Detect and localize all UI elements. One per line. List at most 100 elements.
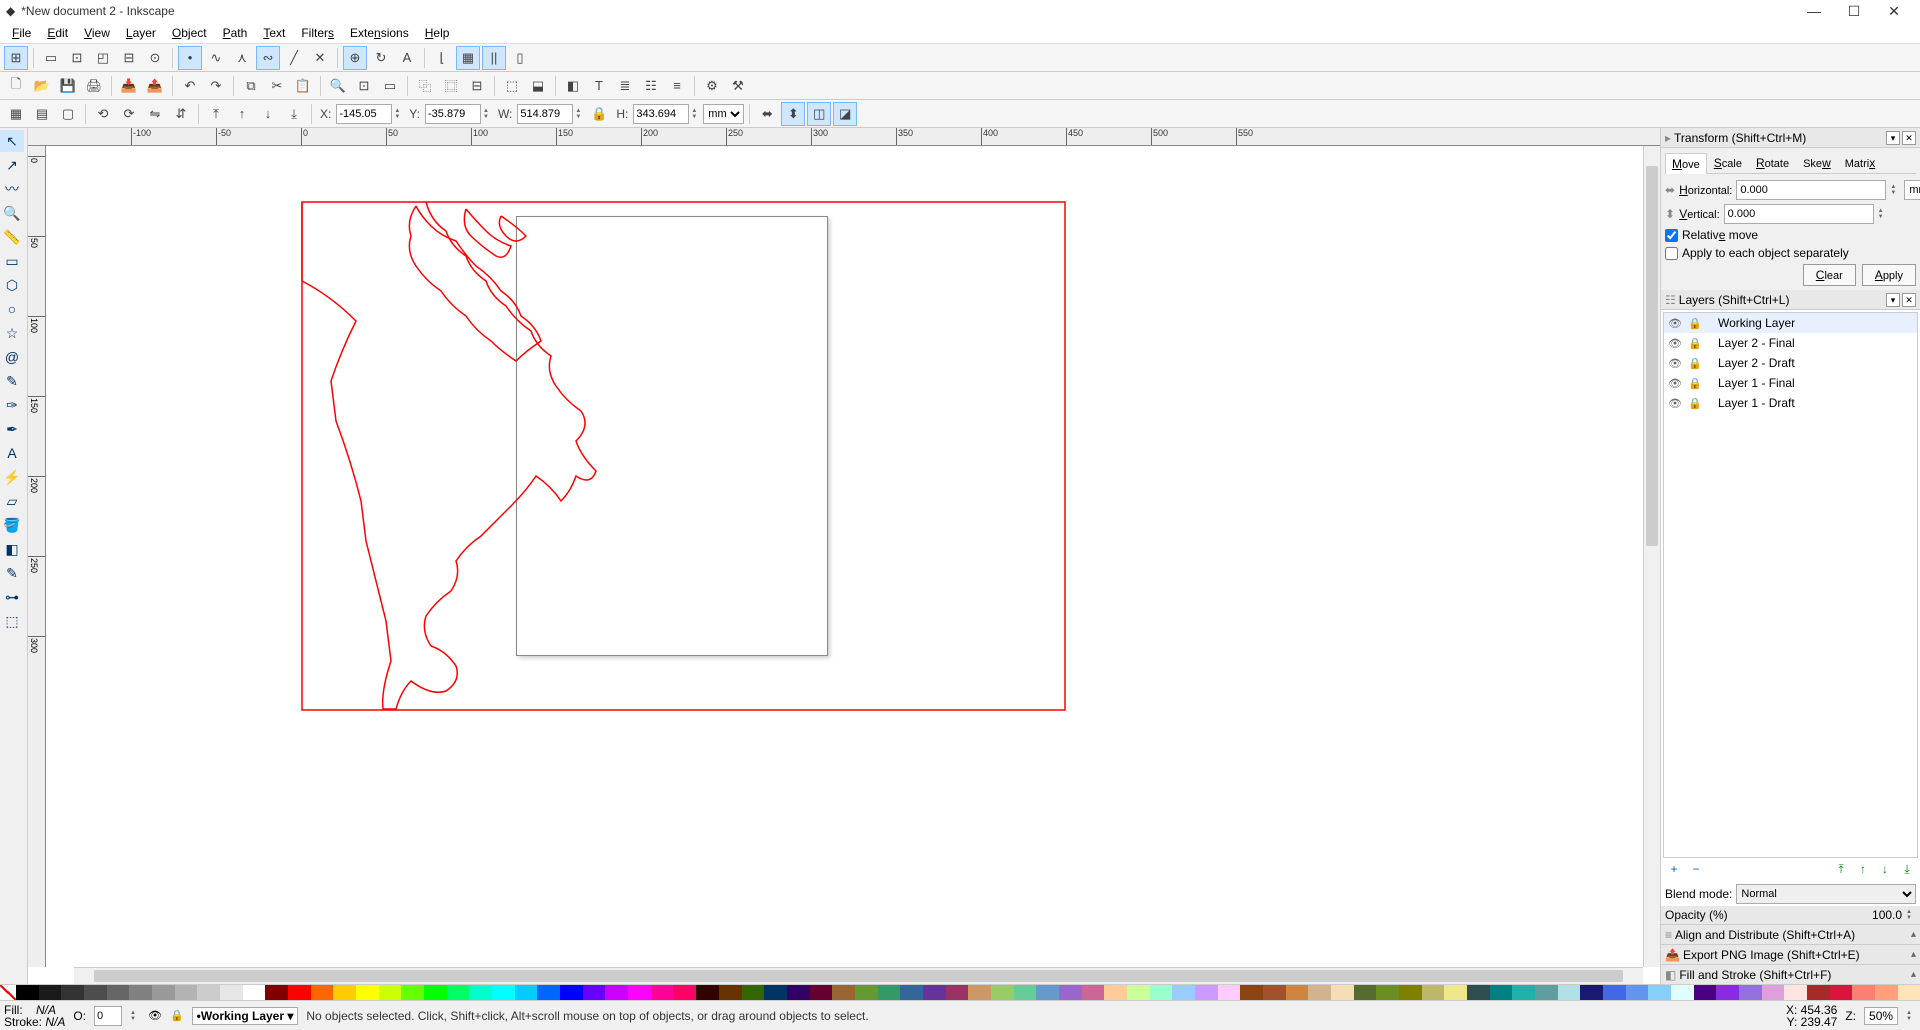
color-swatch[interactable] (651, 985, 674, 1000)
unit-select[interactable]: mm (703, 104, 744, 124)
color-swatch[interactable] (243, 985, 266, 1000)
apply-button[interactable]: Apply (1862, 264, 1916, 286)
export-button[interactable]: 📤 (143, 74, 167, 98)
layer-visibility-toggle[interactable]: 👁 (1668, 357, 1682, 370)
color-swatch[interactable] (1104, 985, 1127, 1000)
calligraphy-tool[interactable]: ✒ (0, 418, 24, 440)
layer-lock-toggle[interactable]: 🔒 (1688, 317, 1702, 330)
fill-stroke-dialog-button[interactable]: ◧ (561, 74, 585, 98)
color-swatch[interactable] (447, 985, 470, 1000)
layer-visible-icon[interactable]: 👁 (148, 1009, 162, 1022)
color-swatch[interactable] (1830, 985, 1853, 1000)
open-file-button[interactable]: 📂 (30, 74, 54, 98)
color-swatch[interactable] (84, 985, 107, 1000)
opacity-spinner[interactable]: ▲▼ (1906, 909, 1912, 921)
color-swatch[interactable] (1603, 985, 1626, 1000)
fill-tool[interactable]: 🪣 (0, 514, 24, 536)
horizontal-input[interactable] (1736, 180, 1886, 200)
layer-visibility-toggle[interactable]: 👁 (1668, 397, 1682, 410)
color-swatch[interactable] (107, 985, 130, 1000)
menu-view[interactable]: View (76, 24, 118, 42)
close-button[interactable]: ✕ (1874, 3, 1914, 20)
color-swatch[interactable] (605, 985, 628, 1000)
cut-button[interactable]: ✂ (265, 74, 289, 98)
layers-close-button[interactable]: ✕ (1902, 293, 1916, 307)
layer-item[interactable]: 👁🔒Layer 1 - Draft (1664, 393, 1917, 413)
color-swatch[interactable] (1852, 985, 1875, 1000)
zoom-selection-button[interactable]: 🔍 (326, 74, 350, 98)
menu-help[interactable]: Help (417, 24, 458, 42)
document-properties-button[interactable]: ⚒ (726, 74, 750, 98)
minimize-button[interactable]: — (1794, 3, 1834, 19)
color-swatch[interactable] (1399, 985, 1422, 1000)
layer-lock-toggle[interactable]: 🔒 (1688, 337, 1702, 350)
layer-down-button[interactable]: ↓ (1876, 862, 1894, 880)
color-swatch[interactable] (1467, 985, 1490, 1000)
h-spinner[interactable]: ▲▼ (691, 108, 697, 120)
color-swatch[interactable] (288, 985, 311, 1000)
color-swatch[interactable] (1580, 985, 1603, 1000)
layer-item[interactable]: 👁🔒Layer 1 - Final (1664, 373, 1917, 393)
dropper-tool[interactable]: ✎ (0, 562, 24, 584)
transform-stroke-toggle[interactable]: ⬌ (755, 102, 779, 126)
rotate-cw-button[interactable]: ⟳ (117, 102, 141, 126)
color-swatch[interactable] (1671, 985, 1694, 1000)
color-swatch[interactable] (1739, 985, 1762, 1000)
vertical-scrollbar[interactable] (1643, 146, 1660, 967)
color-swatch[interactable] (356, 985, 379, 1000)
color-swatch[interactable] (129, 985, 152, 1000)
snap-bbox-corner-button[interactable]: ◰ (91, 46, 115, 70)
raise-top-button[interactable]: ⤒ (204, 102, 228, 126)
group-button[interactable]: ⬚ (500, 74, 524, 98)
color-swatch[interactable] (424, 985, 447, 1000)
color-swatch[interactable] (1626, 985, 1649, 1000)
color-swatch[interactable] (1195, 985, 1218, 1000)
color-swatch[interactable] (1354, 985, 1377, 1000)
color-swatch[interactable] (1512, 985, 1535, 1000)
fillstroke-panel-collapsed[interactable]: ◧ Fill and Stroke (Shift+Ctrl+F) ▴ (1661, 964, 1920, 984)
transform-unit-select[interactable]: mm (1904, 180, 1920, 200)
copy-button[interactable]: ⧉ (239, 74, 263, 98)
color-swatch[interactable] (1898, 985, 1920, 1000)
opacity-spinner[interactable]: ▲▼ (130, 1010, 136, 1022)
snap-text-button[interactable]: A (395, 46, 419, 70)
menu-filters[interactable]: Filters (293, 24, 342, 42)
layer-to-top-button[interactable]: ⤒ (1832, 862, 1850, 880)
clear-button[interactable]: Clear (1803, 264, 1856, 286)
import-button[interactable]: 📥 (117, 74, 141, 98)
rectangle-tool[interactable]: ▭ (0, 250, 24, 272)
layer-lock-toggle[interactable]: 🔒 (1688, 357, 1702, 370)
transform-gradient-toggle[interactable]: ◫ (807, 102, 831, 126)
layer-up-button[interactable]: ↑ (1854, 862, 1872, 880)
zoom-page-button[interactable]: ▭ (378, 74, 402, 98)
color-swatch[interactable] (1875, 985, 1898, 1000)
pencil-tool[interactable]: ✎ (0, 370, 24, 392)
w-input[interactable] (517, 104, 573, 124)
export-panel-collapsed[interactable]: 📤 Export PNG Image (Shift+Ctrl+E) ▴ (1661, 944, 1920, 964)
snap-path-button[interactable]: ∿ (204, 46, 228, 70)
color-swatch[interactable] (923, 985, 946, 1000)
select-all-layers-button[interactable]: ▤ (30, 102, 54, 126)
snap-bbox-button[interactable]: ▭ (39, 46, 63, 70)
eraser-tool[interactable]: ▱ (0, 490, 24, 512)
color-swatch[interactable] (673, 985, 696, 1000)
color-swatch[interactable] (1059, 985, 1082, 1000)
tab-scale[interactable]: Scale (1707, 152, 1749, 173)
layers-dialog-button[interactable]: ☷ (639, 74, 663, 98)
color-swatch[interactable] (61, 985, 84, 1000)
layer-lock-toggle[interactable]: 🔒 (1688, 377, 1702, 390)
color-swatch[interactable] (1762, 985, 1785, 1000)
ungroup-button[interactable]: ⬓ (526, 74, 550, 98)
color-swatch[interactable] (1444, 985, 1467, 1000)
color-swatch[interactable] (696, 985, 719, 1000)
snap-page-button[interactable]: ▯ (508, 46, 532, 70)
snap-smooth-button[interactable]: ∾ (256, 46, 280, 70)
unlink-clone-button[interactable]: ⊟ (465, 74, 489, 98)
x-spinner[interactable]: ▲▼ (394, 108, 400, 120)
star-tool[interactable]: ☆ (0, 322, 24, 344)
color-swatch[interactable] (1014, 985, 1037, 1000)
color-swatch[interactable] (1240, 985, 1263, 1000)
color-swatch[interactable] (719, 985, 742, 1000)
layer-item[interactable]: 👁🔒Layer 2 - Draft (1664, 353, 1917, 373)
color-swatch[interactable] (1490, 985, 1513, 1000)
